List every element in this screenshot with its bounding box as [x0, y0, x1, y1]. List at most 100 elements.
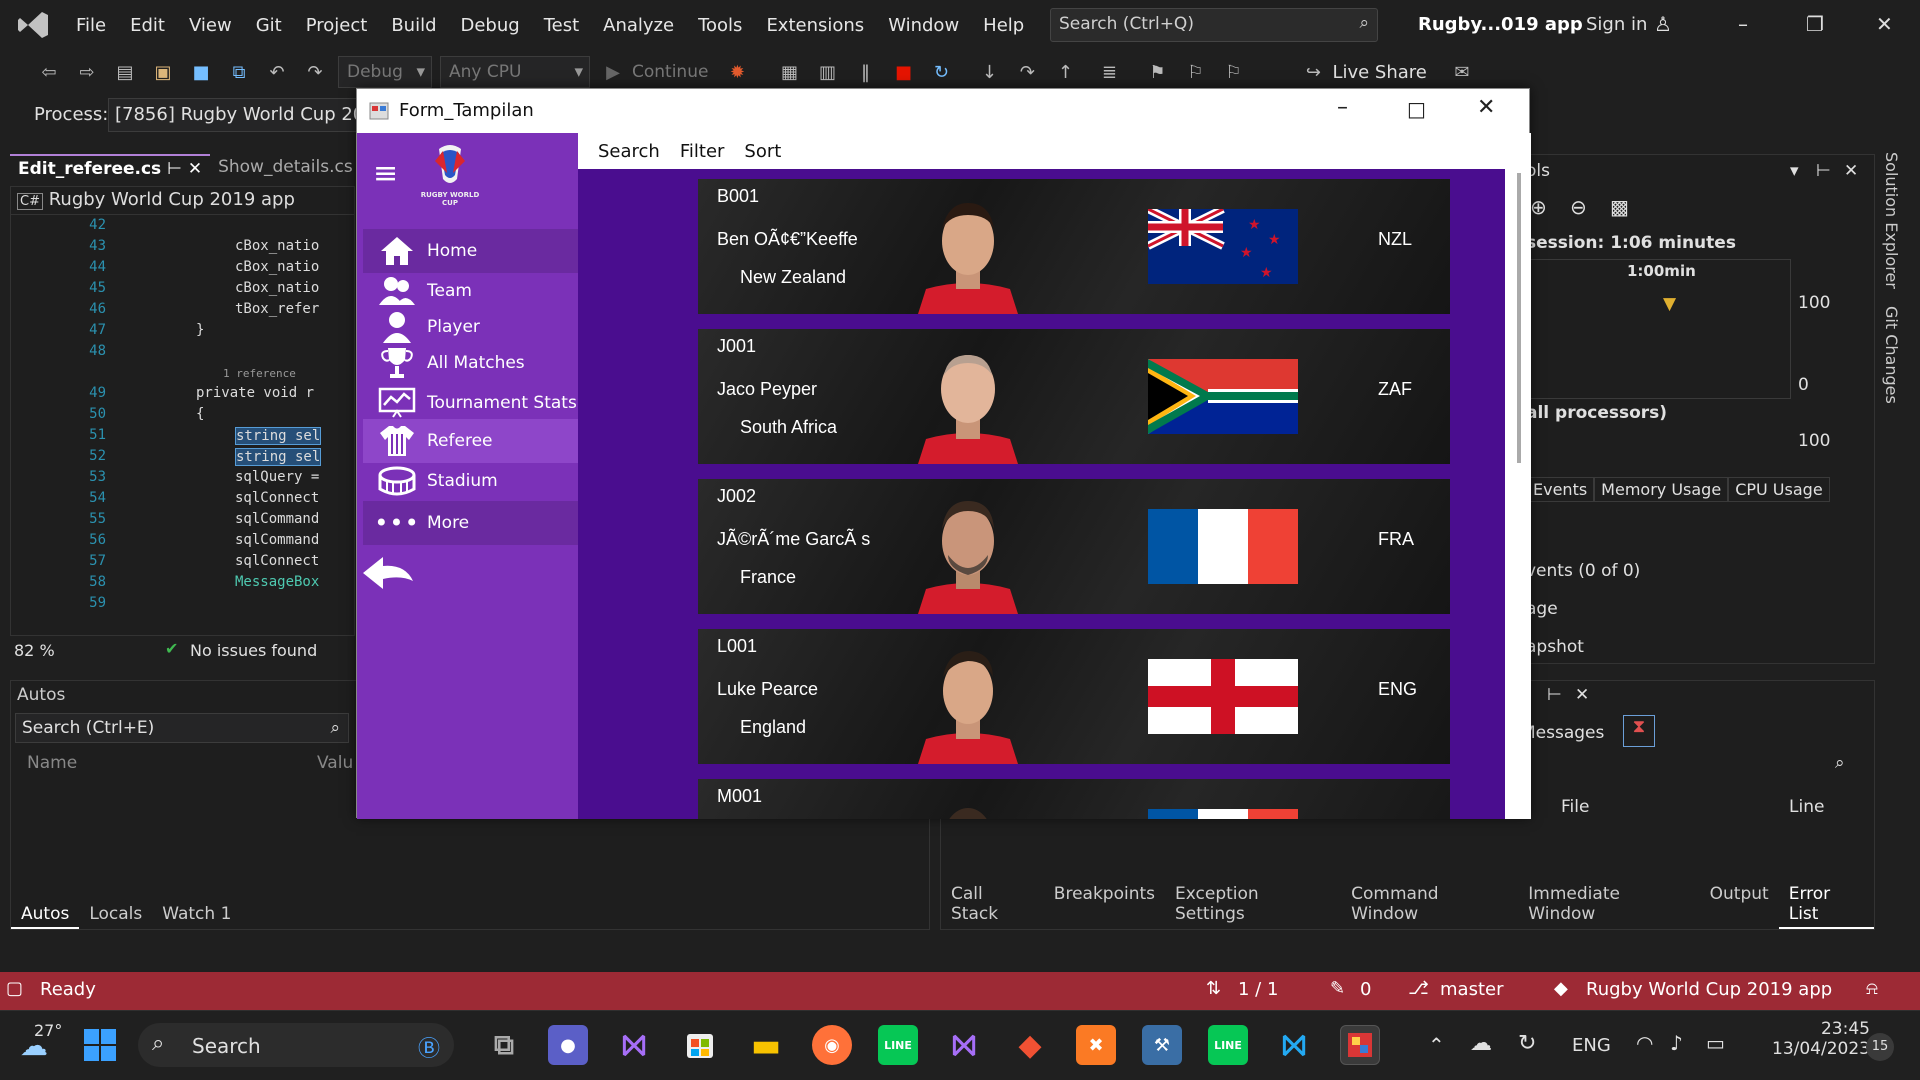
- referee-card[interactable]: L001 Luke Pearce England ENG: [698, 629, 1450, 764]
- notification-bell-icon[interactable]: ⍾: [1866, 978, 1878, 999]
- tab-immediate-window[interactable]: Immediate Window: [1518, 881, 1699, 929]
- referee-card[interactable]: J001 Jaco Peyper South Africa ZAF: [698, 329, 1450, 464]
- tab-events[interactable]: Events: [1526, 477, 1595, 502]
- tab-close-icon[interactable]: ✕: [188, 159, 202, 179]
- tab-locals[interactable]: Locals: [79, 901, 152, 929]
- browse-icon[interactable]: ▦: [776, 59, 802, 85]
- forward-icon[interactable]: ⇨: [74, 59, 100, 85]
- branch-icon[interactable]: ⎇: [1408, 978, 1429, 999]
- bookmark-icon[interactable]: ⚑: [1144, 59, 1170, 85]
- wifi-icon[interactable]: ◠: [1636, 1031, 1653, 1055]
- autos-search-input[interactable]: Search (Ctrl+E) ⌕: [15, 713, 349, 743]
- new-project-icon[interactable]: ▤: [112, 59, 138, 85]
- sidebar-item-home[interactable]: Home: [363, 229, 578, 273]
- search-icon[interactable]: ⌕: [1835, 753, 1845, 773]
- menu-test[interactable]: Test: [532, 15, 591, 36]
- threads-icon[interactable]: ≣: [1096, 59, 1122, 85]
- visual-studio-taskbar-icon[interactable]: ⨝: [614, 1025, 654, 1065]
- referee-card[interactable]: B001 Ben OÃ¢€”Keeffe New Zealand ★ ★ ★ ★ NZ…: [698, 179, 1450, 314]
- code-editor[interactable]: C# Rugby World Cup 2019 app 42 43 cBox_na…: [10, 186, 355, 636]
- tab-breakpoints[interactable]: Breakpoints: [1044, 881, 1165, 929]
- events-count[interactable]: vents (0 of 0): [1526, 561, 1640, 581]
- vs-search-input[interactable]: Search (Ctrl+Q) ⌕: [1050, 8, 1378, 42]
- store-icon[interactable]: [680, 1025, 720, 1065]
- zoom-in-icon[interactable]: ⊕: [1530, 195, 1547, 219]
- continue-icon[interactable]: ▶: [600, 59, 626, 85]
- clock[interactable]: 23:45 13/04/2023: [1772, 1019, 1870, 1059]
- platform-dropdown[interactable]: Any CPU: [440, 56, 590, 88]
- task-view-icon[interactable]: ⧉: [484, 1025, 524, 1065]
- hamburger-menu-icon[interactable]: ≡: [373, 159, 403, 189]
- tab-show-details[interactable]: Show_details.cs: [210, 154, 361, 184]
- form-app-icon[interactable]: [1340, 1025, 1380, 1065]
- take-snapshot-label[interactable]: apshot: [1526, 637, 1584, 657]
- start-button-icon[interactable]: [80, 1025, 120, 1065]
- save-icon[interactable]: ■: [188, 59, 214, 85]
- xampp-icon[interactable]: ✖: [1076, 1025, 1116, 1065]
- menu-sort[interactable]: Sort: [744, 141, 781, 162]
- menu-project[interactable]: Project: [294, 15, 380, 36]
- col-line[interactable]: Line: [1789, 797, 1824, 817]
- vscode-icon[interactable]: ⨝: [1274, 1025, 1314, 1065]
- tab-exception-settings[interactable]: Exception Settings: [1165, 881, 1341, 929]
- back-arrow-icon[interactable]: [361, 553, 417, 598]
- feedback-icon[interactable]: ✉: [1449, 59, 1475, 85]
- restart-icon[interactable]: ↻: [928, 59, 954, 85]
- continue-label[interactable]: Continue: [632, 62, 708, 82]
- referee-list[interactable]: B001 Ben OÃ¢€”Keeffe New Zealand ★ ★ ★ ★ NZ…: [578, 169, 1505, 819]
- status-position[interactable]: 1 / 1: [1238, 979, 1278, 1000]
- bookmark-prev-icon[interactable]: ⚐: [1182, 59, 1208, 85]
- stop-icon[interactable]: ■: [890, 59, 916, 85]
- battery-icon[interactable]: ▭: [1706, 1031, 1725, 1055]
- zoom-out-icon[interactable]: ⊖: [1570, 195, 1587, 219]
- menu-analyze[interactable]: Analyze: [591, 15, 686, 36]
- minimize-icon[interactable]: –: [1738, 12, 1748, 36]
- referee-card[interactable]: M001: [698, 779, 1450, 819]
- process-dropdown[interactable]: [7856] Rugby World Cup 2019: [108, 98, 368, 132]
- menu-extensions[interactable]: Extensions: [754, 15, 876, 36]
- menu-debug[interactable]: Debug: [449, 15, 532, 36]
- tab-autos[interactable]: Autos: [11, 901, 80, 929]
- build-filter-icon[interactable]: ⧗: [1623, 715, 1655, 747]
- undo-icon[interactable]: ↶: [264, 59, 290, 85]
- back-icon[interactable]: ⇦: [36, 59, 62, 85]
- configuration-dropdown[interactable]: Debug: [338, 56, 432, 88]
- sync-icon[interactable]: ↻: [1518, 1031, 1536, 1056]
- tab-error-list[interactable]: Error List: [1778, 881, 1874, 929]
- menu-build[interactable]: Build: [379, 15, 448, 36]
- git-app-icon[interactable]: ◆: [1010, 1025, 1050, 1065]
- show-hidden-icons[interactable]: ⌃: [1428, 1033, 1445, 1057]
- menu-view[interactable]: View: [177, 15, 244, 36]
- scrollbar-thumb[interactable]: [1517, 173, 1521, 463]
- project-breadcrumb[interactable]: C# Rugby World Cup 2019 app: [11, 187, 354, 215]
- sidebar-item-referee[interactable]: Referee: [363, 419, 578, 463]
- menu-git[interactable]: Git: [244, 15, 294, 36]
- issues-label[interactable]: No issues found: [190, 641, 317, 660]
- tab-output[interactable]: Output: [1700, 881, 1779, 929]
- layout-icon[interactable]: ▥: [814, 59, 840, 85]
- close-icon[interactable]: ✕: [1844, 161, 1858, 181]
- status-edits[interactable]: 0: [1360, 979, 1371, 1000]
- step-out-icon[interactable]: ↑: [1052, 59, 1078, 85]
- visual-studio-logo-icon[interactable]: [16, 8, 50, 42]
- save-all-icon[interactable]: ⧉: [226, 59, 252, 85]
- events-timeline[interactable]: 1:00min ▼: [1526, 259, 1791, 399]
- hot-reload-icon[interactable]: ✹: [724, 59, 750, 85]
- line-app-icon[interactable]: LINE: [878, 1025, 918, 1065]
- menu-filter[interactable]: Filter: [680, 141, 725, 162]
- close-icon[interactable]: ✕: [1876, 12, 1893, 36]
- reset-zoom-icon[interactable]: ▩: [1610, 195, 1629, 219]
- menu-edit[interactable]: Edit: [118, 15, 177, 36]
- panel-dropdown-icon[interactable]: ▾: [1790, 161, 1799, 181]
- pin-icon[interactable]: ⊢: [1816, 161, 1831, 181]
- form-close-icon[interactable]: ✕: [1477, 95, 1495, 120]
- sidebar-item-all-matches[interactable]: All Matches: [363, 341, 578, 385]
- pause-icon[interactable]: ‖: [852, 59, 878, 85]
- pin-icon[interactable]: ⊢: [1547, 685, 1562, 705]
- pencil-icon[interactable]: ✎: [1330, 978, 1345, 999]
- sidebar-item-stadium[interactable]: Stadium: [363, 459, 578, 503]
- repo-icon[interactable]: ◆: [1554, 978, 1568, 999]
- teams-icon[interactable]: ●: [548, 1025, 588, 1065]
- notification-count-badge[interactable]: 15: [1866, 1033, 1894, 1061]
- open-folder-icon[interactable]: ▣: [150, 59, 176, 85]
